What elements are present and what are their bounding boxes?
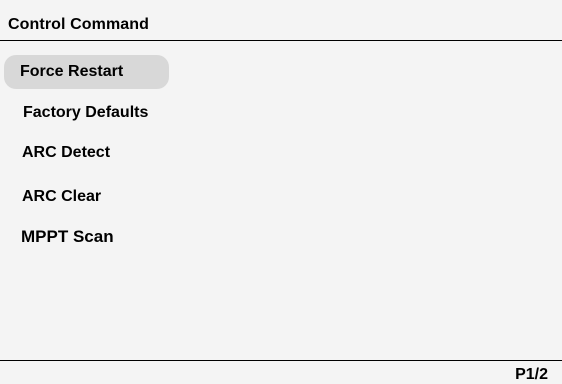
control-command-screen: Control Command Force Restart Factory De… bbox=[0, 0, 562, 384]
menu-item-factory-defaults[interactable]: Factory Defaults bbox=[23, 96, 148, 130]
menu-item-arc-clear[interactable]: ARC Clear bbox=[22, 180, 101, 214]
header-divider bbox=[0, 40, 562, 41]
page-title: Control Command bbox=[8, 16, 150, 33]
menu-item-force-restart[interactable]: Force Restart bbox=[4, 55, 169, 89]
footer-divider bbox=[0, 360, 562, 361]
menu-item-arc-detect[interactable]: ARC Detect bbox=[22, 136, 110, 170]
page-indicator: P1/2 bbox=[515, 366, 548, 383]
menu-item-mppt-scan[interactable]: MPPT Scan bbox=[21, 220, 114, 254]
